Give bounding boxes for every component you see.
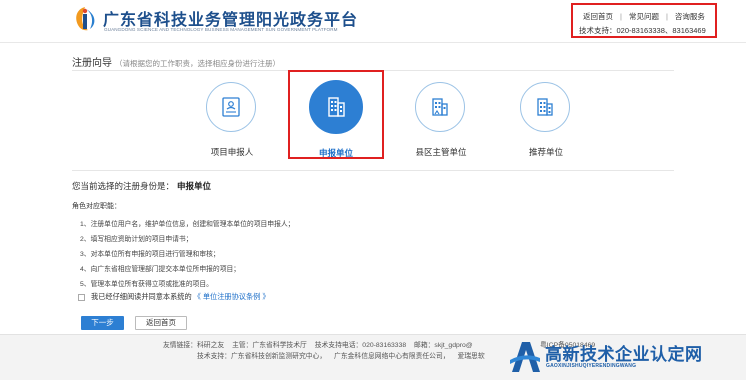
- role-label: 县区主管单位: [415, 147, 467, 157]
- wizard-title: 注册向导 （请根据您的工作职责，选择相应身份进行注册）: [72, 54, 280, 69]
- duty-item: 1、注册单位用户名，维护单位信息，创建和管理本单位的项目申报人；: [80, 221, 295, 228]
- header-divider: [0, 42, 746, 43]
- role-label: 项目申报人: [210, 147, 254, 157]
- wizard-hint: （请根据您的工作职责，选择相应身份进行注册）: [115, 59, 280, 68]
- current-role-value: 申报单位: [177, 181, 212, 191]
- watermark-title: 高新技术企业认定网: [545, 345, 703, 364]
- footer-support-2: 广东金科信息网络中心有限责任公司，: [334, 353, 450, 360]
- id-card-icon: [222, 97, 240, 117]
- watermark: 高新技术企业认定网 GAOXINJISHUQIYERENDINGWANG: [498, 334, 746, 380]
- duty-item: 5、管理本单位所有获得立项或批准的项目。: [80, 281, 213, 288]
- footer-support-3: 爱瑞思软: [457, 353, 485, 360]
- agreement-row: 我已经仔细阅读并同意本系统的 《 单位注册协议条例 》: [78, 292, 270, 302]
- recommend-building-icon: [537, 98, 553, 116]
- role-project-applicant[interactable]: 项目申报人: [192, 82, 272, 162]
- terms-link[interactable]: 《 单位注册协议条例 》: [194, 292, 270, 302]
- office-building-icon: [432, 98, 448, 116]
- site-subtitle: GUANGDONG SCIENCE AND TECHNOLOGY BUSINES…: [104, 27, 338, 32]
- agreement-checkbox[interactable]: [78, 293, 85, 301]
- faq-link[interactable]: 常见问题: [629, 12, 659, 21]
- current-role: 您当前选择的注册身份是： 申报单位: [72, 180, 211, 192]
- link-separator: |: [620, 12, 622, 21]
- footer-support-row: 技术支持：广东省科技创新监测研究中心， 广东金科信息网络中心有限责任公司， 爱瑞…: [197, 350, 491, 360]
- section-divider: [72, 170, 674, 171]
- role-circle: [520, 82, 570, 132]
- role-circle: [415, 82, 465, 132]
- duty-item: 4、向广东省相应管理部门提交本单位所申报的项目；: [80, 266, 241, 273]
- header: 广东省科技业务管理阳光政务平台 GUANGDONG SCIENCE AND TE…: [0, 0, 746, 40]
- duty-item: 3、对本单位所有申报的项目进行管理和审核；: [80, 251, 220, 258]
- footer-email: 邮箱：skjt_gdpro@: [414, 342, 473, 349]
- agreement-text: 我已经仔细阅读并同意本系统的: [91, 292, 192, 301]
- role-county-authority[interactable]: 县区主管单位: [401, 82, 481, 162]
- role-label: 推荐单位: [528, 147, 563, 157]
- footer-supervisor: 主管：广东省科学技术厅: [232, 342, 307, 349]
- watermark-subtitle: GAOXINJISHUQIYERENDINGWANG: [546, 363, 637, 369]
- footer-phone: 技术支持电话：020-83163338: [314, 342, 407, 349]
- platform-logo: [76, 7, 95, 31]
- footer-friend-link[interactable]: 友情链接：科研之友: [163, 342, 224, 349]
- footer-links-row: 友情链接：科研之友 主管：广东省科学技术厅 技术支持电话：020-8316333…: [163, 339, 479, 349]
- wizard-title-text: 注册向导: [72, 58, 112, 69]
- role-circle: [206, 82, 256, 132]
- duties-title: 角色对应职能：: [72, 203, 121, 210]
- next-button[interactable]: 下一步: [81, 316, 124, 330]
- duty-item: 2、填写相应资助计划的项目申请书；: [80, 236, 193, 243]
- link-separator: |: [665, 12, 668, 21]
- header-links-box: 返回首页 | 常见问题 | 咨询服务 技术支持：020-83163338、8316346…: [571, 3, 717, 38]
- watermark-logo-icon: [510, 342, 540, 372]
- footer-support-1: 技术支持：广东省科技创新监测研究中心，: [197, 353, 327, 360]
- selected-role-highlight: [288, 70, 384, 159]
- consult-link[interactable]: 咨询服务: [675, 12, 705, 21]
- header-links: 返回首页 | 常见问题 | 咨询服务: [583, 11, 705, 22]
- support-phone: 技术支持：020-83163338、83163469: [579, 26, 706, 35]
- back-home-button[interactable]: 返回首页: [135, 316, 187, 330]
- role-recommending-unit[interactable]: 推荐单位: [506, 82, 586, 162]
- home-link[interactable]: 返回首页: [583, 12, 613, 21]
- current-role-prefix: 您当前选择的注册身份是：: [72, 181, 175, 191]
